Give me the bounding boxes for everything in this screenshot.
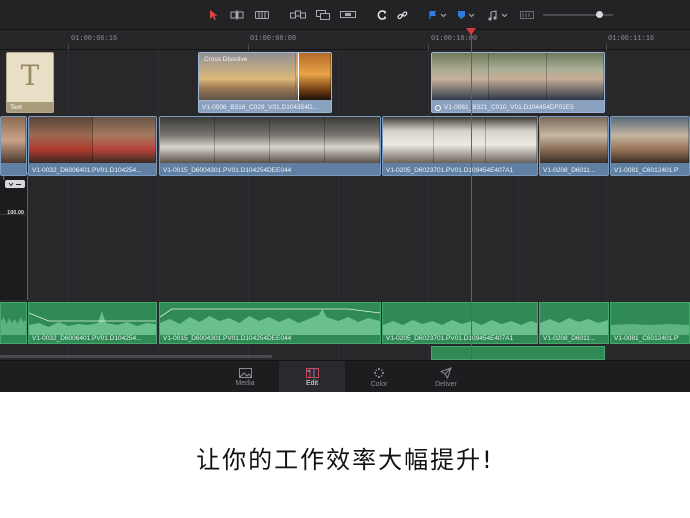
flag-dropdown-icon[interactable]	[427, 7, 449, 23]
timeline-toolbar	[0, 0, 690, 30]
clip-label: V1-0015_D6004301.PV01.D104254DEE044	[163, 335, 292, 342]
timecode-label: 01:00:11:16	[608, 35, 655, 43]
video1-clip[interactable]: V1-0208_D6011...	[539, 116, 609, 176]
clip-label: V1-0015_D6004301.PV01.D104254DEE044	[163, 167, 292, 174]
replace-clip-icon[interactable]	[339, 7, 357, 23]
nav-deliver-label: Deliver	[435, 380, 457, 388]
timecode-label: 01:00:06:16	[71, 35, 118, 43]
audio-clip[interactable]: V1-0205_D6023701.PV01.D109454E407A1	[382, 302, 538, 344]
clip-label: V1-0032_D6006401.PV01.D104254...	[32, 335, 142, 342]
title-glyph: T	[20, 59, 40, 92]
zoom-icon[interactable]	[519, 7, 535, 23]
nav-color-label: Color	[370, 380, 388, 388]
nav-media[interactable]: Media	[212, 361, 278, 392]
selection-tool-icon[interactable]	[206, 7, 222, 23]
overwrite-clip-icon[interactable]	[314, 7, 332, 23]
audio-clip[interactable]: V1-0032_D6006401.PV01.D104254...	[28, 302, 157, 344]
clip-label: V1-0081_C6012401.PV...	[614, 335, 679, 342]
video1-clip[interactable]: V1-0032_D6006401.PV01.D104254...	[28, 116, 157, 176]
video1-clip[interactable]: V1-0081_C6012401.PV...	[610, 116, 690, 176]
clip-label: V1-0006_B316_C029_V01.D104354D...	[202, 104, 319, 111]
nav-edit-label: Edit	[305, 379, 319, 387]
editor-app: 01:00:06:16 01:00:08:08 01:00:10:00 01:0…	[0, 0, 690, 392]
nav-edit[interactable]: Edit	[279, 361, 345, 392]
snapping-icon[interactable]	[374, 7, 390, 23]
nav-color[interactable]: Color	[346, 361, 412, 392]
zoom-slider-handle[interactable]	[596, 11, 603, 18]
clip-label: V1-0208_D6011...	[543, 335, 596, 342]
audio-clip[interactable]: V1-0015_D6004301.PV01.D104254DEE044	[159, 302, 381, 344]
nav-media-label: Media	[235, 379, 255, 387]
insert-clip-icon[interactable]	[289, 7, 307, 23]
audio-clip-lane2[interactable]	[431, 346, 605, 360]
clip-label: V1-0205_D6023701.PV01.D109454E407A1	[386, 335, 514, 342]
track-mode-dropdown[interactable]	[5, 180, 25, 188]
timecode-label: 01:00:08:08	[250, 35, 297, 43]
audio-clip[interactable]: V1-0081_C6012401.PV...	[610, 302, 690, 344]
clip-label: V1-0061_B321_C010_V01.D104454DF01E5	[444, 104, 574, 111]
trim-tool-icon[interactable]	[229, 7, 245, 23]
video2-clip[interactable]: V1-0061_B321_C010_V01.D104454DF01E5	[431, 52, 605, 113]
media-icon	[238, 367, 252, 378]
audio-clip-partial[interactable]	[0, 302, 27, 344]
track-header: T 100.00	[0, 172, 28, 300]
deliver-icon	[440, 366, 452, 379]
link-icon[interactable]	[394, 7, 410, 23]
transition-label: Cross Dissolve	[204, 56, 248, 63]
video1-clip[interactable]: V1-0015_D6004301.PV01.D104254DEE044	[159, 116, 381, 176]
color-icon	[373, 367, 385, 378]
clip-speed-icon	[435, 105, 441, 111]
video2-clip[interactable]: Cross Dissolve V1-0006_B316_C029_V01.D10…	[198, 52, 332, 113]
clip-label: V1-0032_D6006401.PV01.D104254...	[32, 167, 142, 174]
volume-value: 100.00	[7, 210, 24, 216]
playhead-handle[interactable]	[466, 28, 476, 35]
title-clip[interactable]: T Text	[6, 52, 54, 113]
clip-label: V1-0205_D6023701.PV01.D109454E407A1	[386, 167, 514, 174]
edit-icon	[305, 367, 319, 378]
video1-clip[interactable]: V1-0205_D6023701.PV01.D109454E407A1	[382, 116, 538, 176]
title-clip-label: Text	[10, 104, 22, 111]
audio-clip[interactable]: V1-0208_D6011...	[539, 302, 609, 344]
nav-deliver[interactable]: Deliver	[413, 361, 479, 392]
playhead[interactable]	[471, 30, 472, 360]
timeline-scrollbar[interactable]	[0, 355, 272, 358]
clip-label: V1-0081_C6012401.PV...	[614, 167, 679, 174]
clip-label: V1-0208_D6011...	[543, 167, 596, 174]
audio-dropdown-icon[interactable]	[486, 7, 510, 23]
blade-tool-icon[interactable]	[254, 7, 270, 23]
marker-dropdown-icon[interactable]	[455, 7, 477, 23]
timecode-ruler[interactable]: 01:00:06:16 01:00:08:08 01:00:10:00 01:0…	[0, 30, 690, 50]
promo-caption: 让你的工作效率大幅提升!	[196, 446, 494, 474]
page-navigation: Media Edit Color Deliver	[0, 360, 690, 392]
video1-clip-partial[interactable]	[0, 116, 27, 176]
